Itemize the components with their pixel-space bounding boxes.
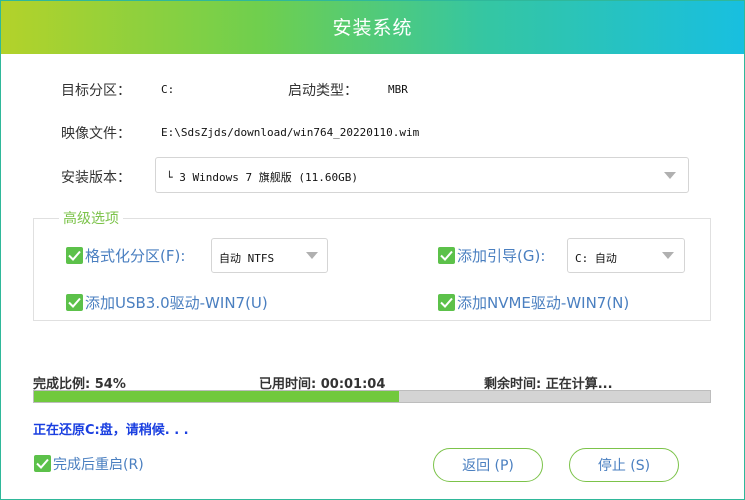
restart-after-label[interactable]: 完成后重启(R) <box>53 454 144 474</box>
progress-bar-fill <box>34 391 400 402</box>
usb3-driver-label[interactable]: 添加USB3.0驱动-WIN7(U) <box>85 292 268 313</box>
chevron-down-icon <box>662 252 674 259</box>
restart-after-checkbox[interactable] <box>34 455 51 472</box>
add-boot-label[interactable]: 添加引导(G): <box>457 245 545 266</box>
boot-type-value: MBR <box>388 83 408 96</box>
image-file-value: E:\SdsZjds/download/win764_20220110.wim <box>161 126 420 139</box>
chevron-down-icon <box>664 172 676 179</box>
install-dialog: 安装系统 目标分区： C: 启动类型： MBR 映像文件： E:\SdsZjds… <box>0 0 745 500</box>
title-bar: 安装系统 <box>1 1 744 54</box>
chevron-down-icon <box>306 252 318 259</box>
check-icon <box>68 250 81 261</box>
window-title: 安装系统 <box>332 17 413 39</box>
check-icon <box>68 297 81 308</box>
advanced-options-title: 高级选项 <box>59 208 123 228</box>
progress-bar <box>33 390 711 403</box>
format-partition-checkbox[interactable] <box>66 247 83 264</box>
boot-drive-value: C: 自动 <box>575 252 617 265</box>
format-partition-label[interactable]: 格式化分区(F): <box>85 245 185 266</box>
check-icon <box>440 250 453 261</box>
version-select-value: └ 3 Windows 7 旗舰版 (11.60GB) <box>166 171 358 184</box>
target-partition-value: C: <box>161 83 175 96</box>
nvme-driver-label[interactable]: 添加NVME驱动-WIN7(N) <box>457 292 629 313</box>
boot-type-label: 启动类型： <box>288 83 358 99</box>
nvme-driver-checkbox[interactable] <box>438 294 455 311</box>
status-message: 正在还原C:盘，请稍候. . . <box>33 423 189 438</box>
version-select[interactable]: └ 3 Windows 7 旗舰版 (11.60GB) <box>155 157 689 193</box>
add-boot-checkbox[interactable] <box>438 247 455 264</box>
image-file-label: 映像文件： <box>61 126 131 142</box>
target-partition-label: 目标分区： <box>61 83 131 99</box>
format-fs-value: 自动 NTFS <box>219 252 275 265</box>
boot-drive-select[interactable]: C: 自动 <box>567 238 685 273</box>
stop-button[interactable]: 停止 (S) <box>569 448 679 482</box>
usb3-driver-checkbox[interactable] <box>66 294 83 311</box>
version-label: 安装版本： <box>61 170 131 186</box>
back-button[interactable]: 返回 (P) <box>433 448 543 482</box>
format-fs-select[interactable]: 自动 NTFS <box>211 238 328 273</box>
check-icon <box>440 297 453 308</box>
check-icon <box>36 458 49 469</box>
